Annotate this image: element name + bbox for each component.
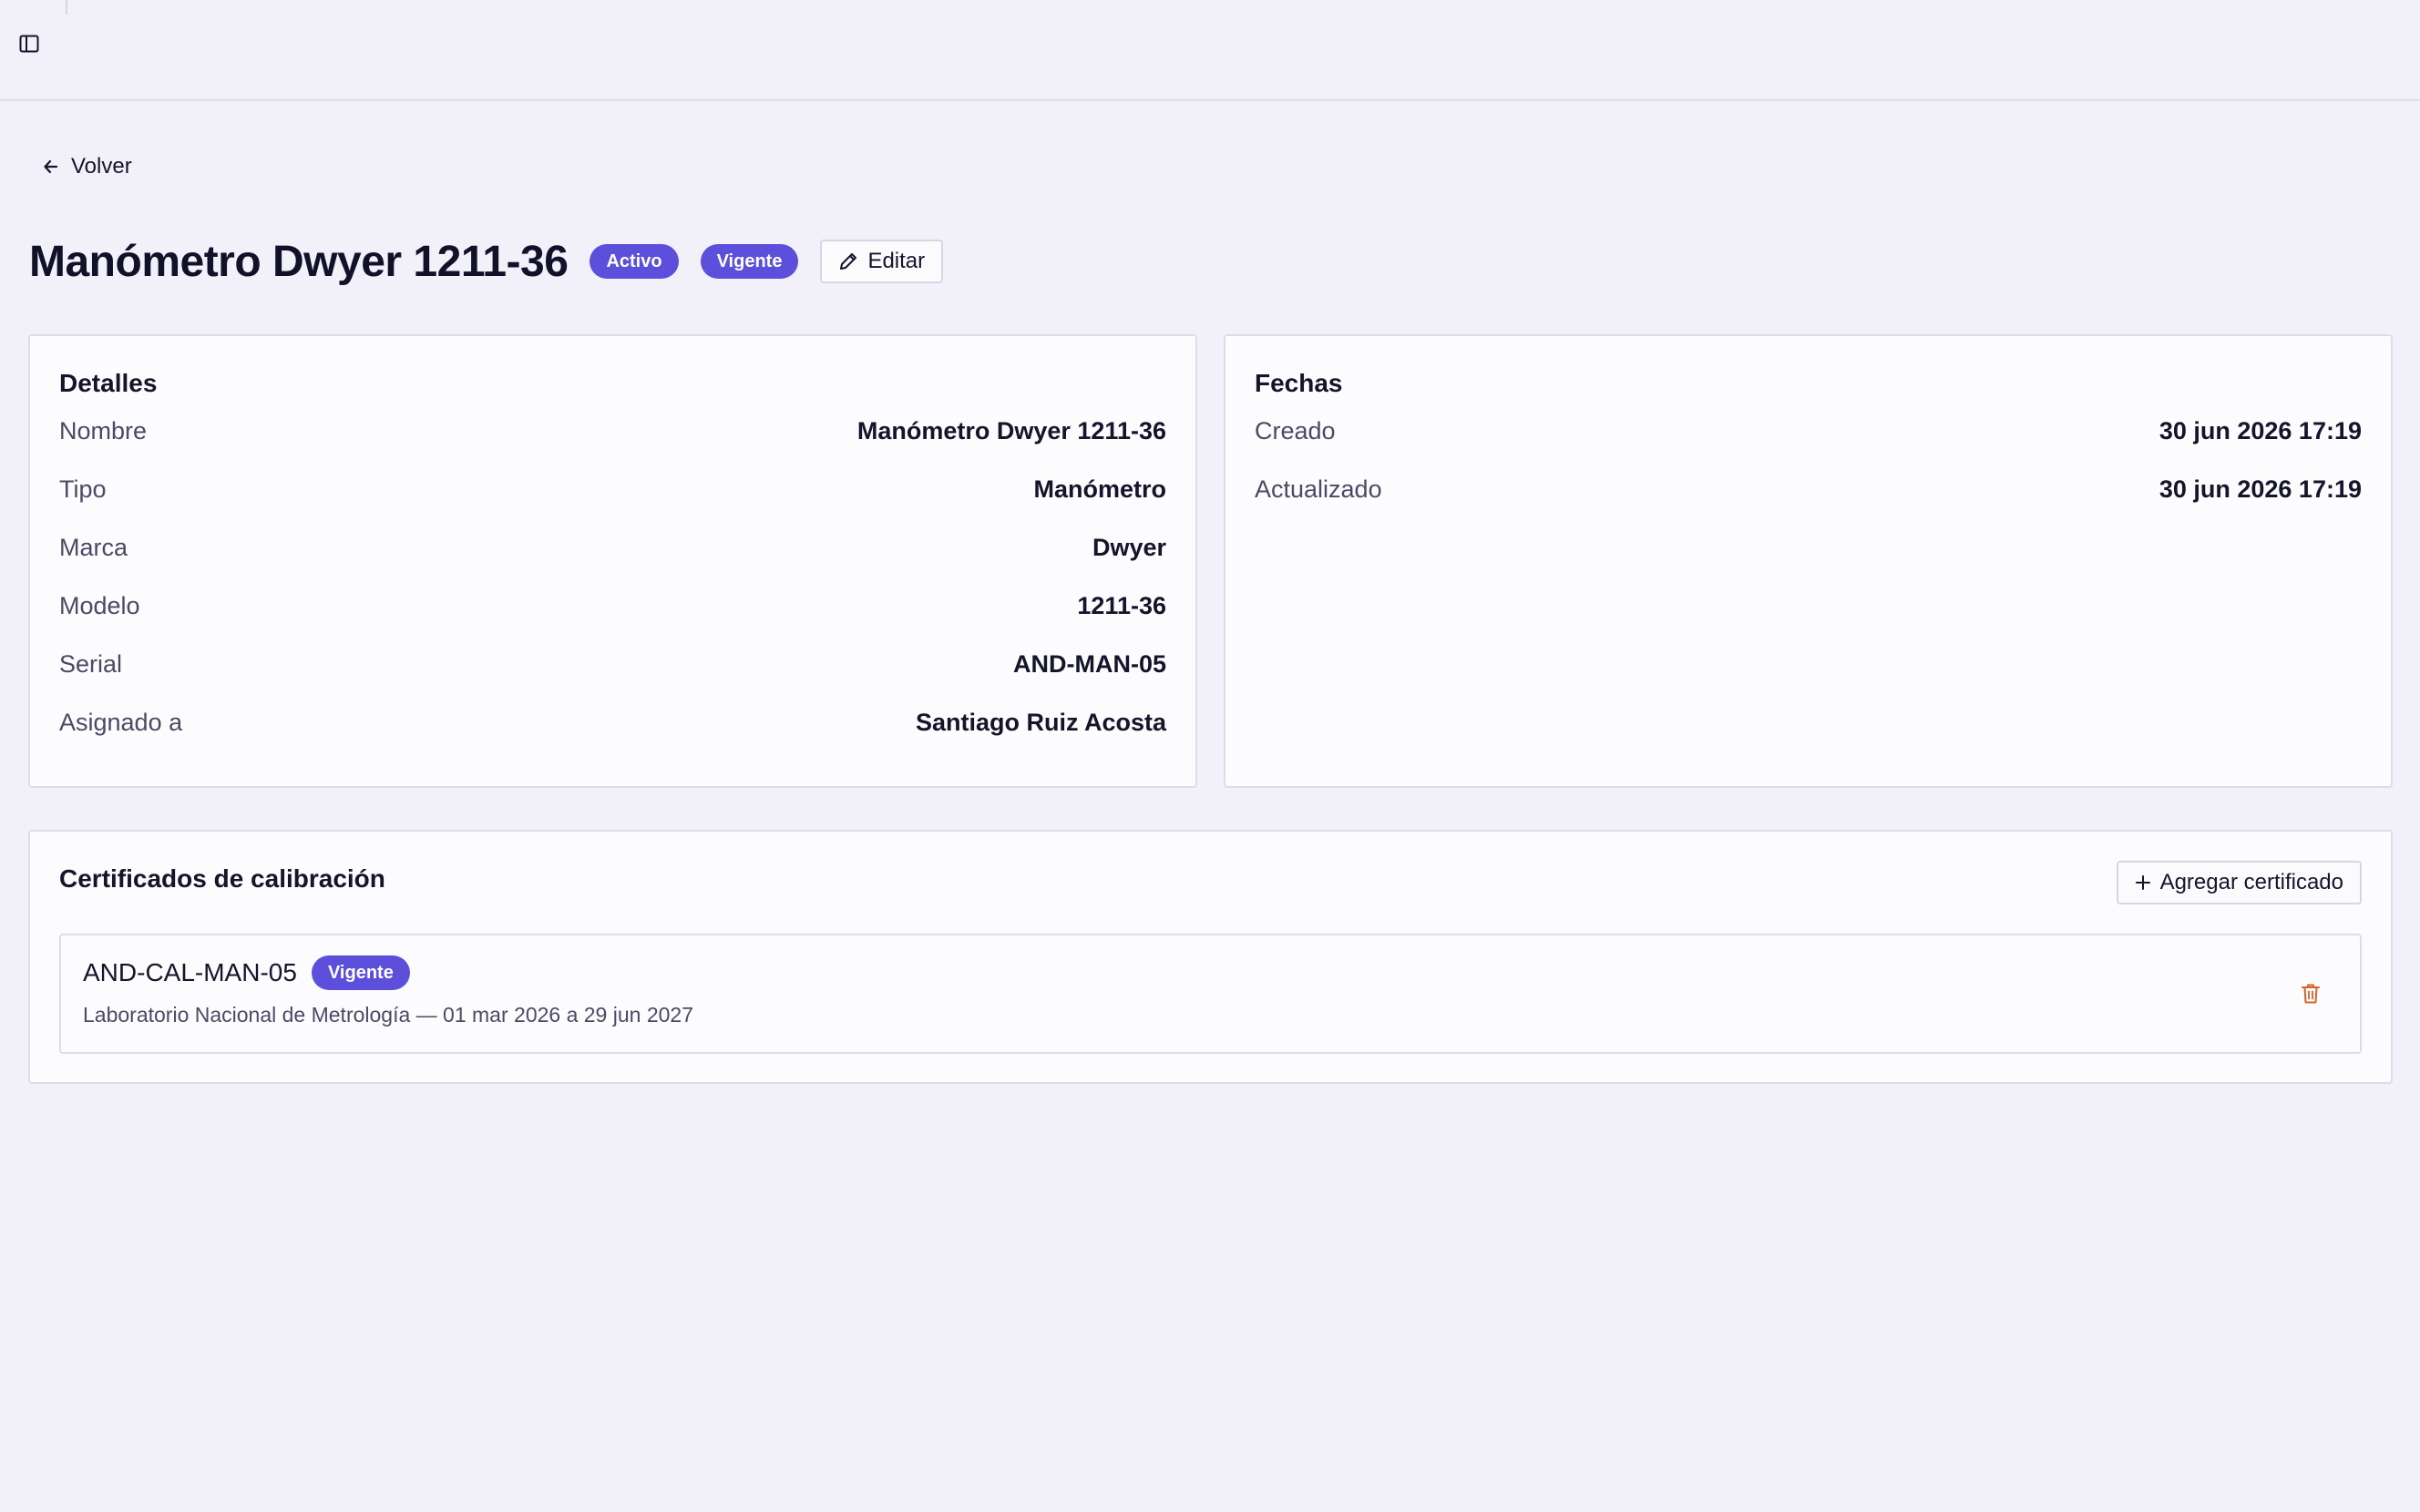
detail-label: Tipo bbox=[59, 475, 107, 503]
date-value: 30 jun 2026 17:19 bbox=[2159, 416, 2362, 444]
plus-icon bbox=[2135, 875, 2150, 890]
date-row-creado: Creado 30 jun 2026 17:19 bbox=[1255, 402, 2362, 460]
certificates-title: Certificados de calibración bbox=[59, 864, 385, 893]
detail-label: Marca bbox=[59, 533, 128, 561]
detail-label: Modelo bbox=[59, 591, 140, 619]
edit-label: Editar bbox=[867, 249, 926, 273]
detail-value: Manómetro bbox=[1033, 475, 1166, 503]
date-row-actualizado: Actualizado 30 jun 2026 17:19 bbox=[1255, 460, 2362, 518]
detail-row-modelo: Modelo 1211-36 bbox=[59, 577, 1166, 635]
sidebar-toggle-button[interactable] bbox=[18, 33, 40, 55]
add-certificate-label: Agregar certificado bbox=[2159, 870, 2343, 894]
certificate-header: AND-CAL-MAN-05 Vigente bbox=[83, 955, 410, 990]
page-title: Manómetro Dwyer 1211-36 bbox=[29, 237, 569, 286]
title-row: Manómetro Dwyer 1211-36 Activo Vigente E… bbox=[29, 233, 944, 290]
certificate-code: AND-CAL-MAN-05 bbox=[83, 958, 297, 986]
detail-value: Manómetro Dwyer 1211-36 bbox=[856, 416, 1166, 444]
detail-value: AND-MAN-05 bbox=[1013, 649, 1166, 678]
detail-value: Dwyer bbox=[1092, 533, 1166, 561]
validity-badge: Vigente bbox=[700, 244, 799, 279]
detail-value: 1211-36 bbox=[1077, 591, 1166, 619]
details-card: Detalles Nombre Manómetro Dwyer 1211-36 … bbox=[28, 334, 1197, 788]
certificates-card: Certificados de calibración Agregar cert… bbox=[28, 830, 2393, 1084]
date-value: 30 jun 2026 17:19 bbox=[2159, 475, 2362, 503]
dates-title: Fechas bbox=[1255, 369, 1343, 397]
edit-button[interactable]: Editar bbox=[820, 240, 944, 283]
dates-card: Fechas Creado 30 jun 2026 17:19 Actualiz… bbox=[1224, 334, 2393, 788]
arrow-left-icon bbox=[44, 159, 58, 174]
back-label: Volver bbox=[71, 154, 132, 179]
pencil-icon bbox=[840, 253, 857, 270]
delete-certificate-button[interactable] bbox=[2298, 981, 2323, 1006]
detail-row-serial: Serial AND-MAN-05 bbox=[59, 635, 1166, 693]
detail-value: Santiago Ruiz Acosta bbox=[915, 708, 1166, 736]
back-link[interactable]: Volver bbox=[42, 151, 132, 182]
certificate-description: Laboratorio Nacional de Metrología — 01 … bbox=[83, 1003, 693, 1027]
header-divider bbox=[66, 0, 67, 15]
details-list: Nombre Manómetro Dwyer 1211-36 Tipo Manó… bbox=[59, 417, 1166, 751]
date-label: Actualizado bbox=[1255, 475, 1382, 503]
certificate-status-badge: Vigente bbox=[311, 955, 410, 990]
date-label: Creado bbox=[1255, 416, 1336, 444]
detail-row-marca: Marca Dwyer bbox=[59, 518, 1166, 577]
details-title: Detalles bbox=[59, 369, 158, 397]
trash-icon bbox=[2302, 984, 2320, 1004]
detail-row-asignado: Asignado a Santiago Ruiz Acosta bbox=[59, 693, 1166, 751]
detail-label: Serial bbox=[59, 649, 123, 678]
detail-label: Asignado a bbox=[59, 708, 183, 736]
sidebar-panel-icon bbox=[19, 35, 39, 53]
status-badge: Activo bbox=[590, 244, 679, 279]
detail-label: Nombre bbox=[59, 416, 148, 444]
detail-row-tipo: Tipo Manómetro bbox=[59, 460, 1166, 518]
certificate-list-item: AND-CAL-MAN-05 Vigente Laboratorio Nacio… bbox=[59, 934, 2362, 1054]
dates-list: Creado 30 jun 2026 17:19 Actualizado 30 … bbox=[1255, 417, 2362, 518]
detail-row-nombre: Nombre Manómetro Dwyer 1211-36 bbox=[59, 402, 1166, 460]
top-bar bbox=[0, 0, 2420, 101]
add-certificate-button[interactable]: Agregar certificado bbox=[2116, 861, 2362, 904]
